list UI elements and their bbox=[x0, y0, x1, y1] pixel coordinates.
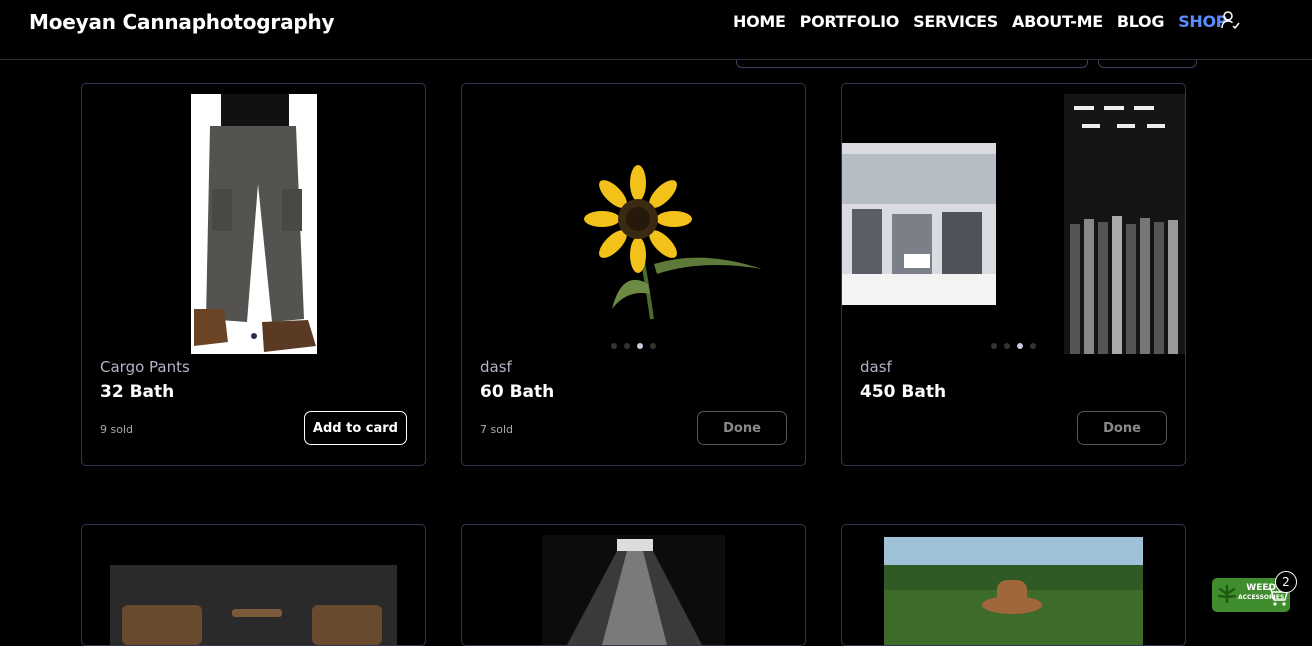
carousel-dot[interactable] bbox=[1017, 343, 1023, 349]
product-image bbox=[542, 535, 725, 645]
site-brand[interactable]: Moeyan Cannaphotography bbox=[29, 10, 335, 34]
product-name: Cargo Pants bbox=[100, 358, 190, 376]
nav-services[interactable]: SERVICES bbox=[913, 12, 998, 31]
product-name: dasf bbox=[860, 358, 892, 376]
carousel-dot[interactable] bbox=[250, 333, 257, 339]
cargo-pants-image bbox=[191, 94, 317, 354]
product-image-carousel[interactable] bbox=[842, 94, 1185, 354]
cart-count-badge: 2 bbox=[1275, 571, 1297, 593]
product-price: 450 Bath bbox=[860, 382, 947, 402]
product-image bbox=[110, 565, 397, 645]
product-card bbox=[841, 524, 1186, 646]
done-button[interactable]: Done bbox=[1077, 411, 1167, 445]
carousel-dot[interactable] bbox=[991, 343, 997, 349]
product-card bbox=[81, 524, 426, 646]
carousel-dot[interactable] bbox=[650, 343, 656, 349]
done-button[interactable]: Done bbox=[697, 411, 787, 445]
carousel-dots[interactable] bbox=[842, 343, 1185, 349]
cannabis-leaf-icon bbox=[1217, 584, 1237, 604]
sold-count: 9 sold bbox=[100, 423, 133, 436]
add-to-cart-button[interactable]: Add to card bbox=[303, 411, 407, 445]
main-nav: HOME PORTFOLIO SERVICES ABOUT-ME BLOG SH… bbox=[733, 12, 1228, 31]
carousel-dot[interactable] bbox=[611, 343, 617, 349]
carousel-dots[interactable] bbox=[82, 333, 425, 339]
product-image-carousel[interactable] bbox=[82, 94, 425, 354]
nav-blog[interactable]: BLOG bbox=[1117, 12, 1165, 31]
user-icon[interactable] bbox=[1220, 10, 1240, 30]
sunflower-image bbox=[462, 94, 805, 354]
carousel-dot[interactable] bbox=[1030, 343, 1036, 349]
top-navbar: Moeyan Cannaphotography HOME PORTFOLIO S… bbox=[0, 0, 1312, 60]
product-card bbox=[461, 524, 806, 646]
product-image-carousel[interactable] bbox=[462, 94, 805, 354]
product-price: 32 Bath bbox=[100, 382, 175, 402]
sold-count: 7 sold bbox=[480, 423, 513, 436]
carousel-dot[interactable] bbox=[1004, 343, 1010, 349]
product-name: dasf bbox=[480, 358, 512, 376]
carousel-dot[interactable] bbox=[637, 343, 643, 349]
nav-portfolio[interactable]: PORTFOLIO bbox=[800, 12, 900, 31]
product-card: dasf 60 Bath 7 sold Done bbox=[461, 83, 806, 466]
product-price: 60 Bath bbox=[480, 382, 555, 402]
product-card: dasf 450 Bath Done bbox=[841, 83, 1186, 466]
carousel-dot[interactable] bbox=[624, 343, 630, 349]
nav-home[interactable]: HOME bbox=[733, 12, 786, 31]
product-image bbox=[884, 537, 1143, 645]
store-image bbox=[842, 94, 1185, 354]
product-card: Cargo Pants 32 Bath 9 sold Add to card bbox=[81, 83, 426, 466]
nav-about-me[interactable]: ABOUT-ME bbox=[1012, 12, 1103, 31]
carousel-dots[interactable] bbox=[462, 343, 805, 349]
